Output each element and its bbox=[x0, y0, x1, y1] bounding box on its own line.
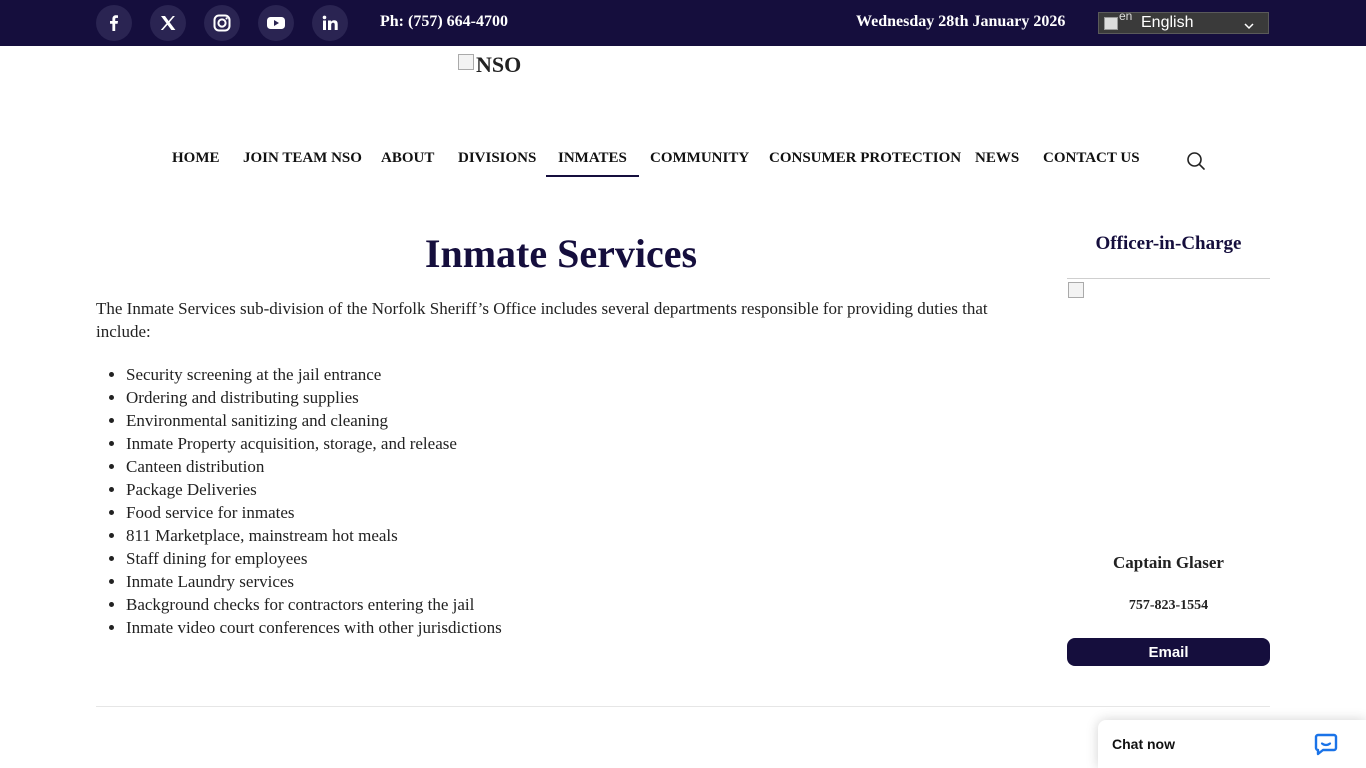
search-icon[interactable] bbox=[1186, 151, 1206, 171]
youtube-icon[interactable] bbox=[258, 5, 294, 41]
nav-consumer-protection[interactable]: CONSUMER PROTECTION bbox=[769, 150, 961, 167]
list-item: Staff dining for employees bbox=[126, 547, 502, 570]
officer-name: Captain Glaser bbox=[1113, 553, 1224, 572]
chat-label: Chat now bbox=[1112, 736, 1175, 752]
nav-news[interactable]: NEWS bbox=[975, 150, 1019, 167]
language-selector[interactable]: en English bbox=[1098, 9, 1269, 34]
broken-image-icon bbox=[1068, 282, 1084, 298]
list-item: Inmate video court conferences with othe… bbox=[126, 616, 502, 639]
list-item: Inmate Laundry services bbox=[126, 570, 502, 593]
list-item: Package Deliveries bbox=[126, 478, 502, 501]
linkedin-icon[interactable] bbox=[312, 5, 348, 41]
nav-home[interactable]: HOME bbox=[172, 150, 220, 167]
nav-inmates[interactable]: INMATES bbox=[546, 150, 639, 177]
top-bar: Ph: (757) 664-4700 Wednesday 28th Januar… bbox=[0, 0, 1366, 46]
page-title: Inmate Services bbox=[424, 231, 698, 276]
intro-paragraph: The Inmate Services sub-division of the … bbox=[96, 299, 988, 341]
list-item: Canteen distribution bbox=[126, 455, 502, 478]
list-item: Background checks for contractors enteri… bbox=[126, 593, 502, 616]
list-item: Ordering and distributing supplies bbox=[126, 386, 502, 409]
officer-phone[interactable]: 757-823-1554 bbox=[1067, 598, 1270, 614]
site-logo[interactable]: NSO bbox=[458, 52, 521, 78]
nav-about[interactable]: ABOUT bbox=[381, 150, 434, 167]
chevron-down-icon bbox=[1244, 23, 1254, 30]
phone-number[interactable]: Ph: (757) 664-4700 bbox=[380, 13, 508, 31]
nav-contact-us[interactable]: CONTACT US bbox=[1043, 150, 1140, 167]
facebook-icon[interactable] bbox=[96, 5, 132, 41]
sidebar-title: Officer-in-Charge bbox=[1095, 233, 1242, 254]
current-date: Wednesday 28th January 2026 bbox=[856, 13, 1066, 30]
nav-divisions[interactable]: DIVISIONS bbox=[458, 150, 536, 167]
nav-join-team-nso[interactable]: JOIN TEAM NSO bbox=[243, 150, 362, 167]
language-label: English bbox=[1141, 14, 1194, 31]
list-item: Inmate Property acquisition, storage, an… bbox=[126, 432, 502, 455]
list-item: 811 Marketplace, mainstream hot meals bbox=[126, 524, 502, 547]
flag-icon: en bbox=[1103, 9, 1137, 32]
instagram-icon[interactable] bbox=[204, 5, 240, 41]
x-twitter-icon[interactable] bbox=[150, 5, 186, 41]
chat-bubble-icon bbox=[1314, 733, 1338, 756]
chat-widget[interactable]: Chat now bbox=[1098, 720, 1366, 768]
nav-community[interactable]: COMMUNITY bbox=[650, 150, 749, 167]
footer-divider bbox=[96, 706, 1270, 707]
list-item: Food service for inmates bbox=[126, 501, 502, 524]
duties-list: Security screening at the jail entrance … bbox=[96, 363, 502, 639]
list-item: Environmental sanitizing and cleaning bbox=[126, 409, 502, 432]
list-item: Security screening at the jail entrance bbox=[126, 363, 502, 386]
language-code: en bbox=[1119, 9, 1133, 23]
logo-alt-text: NSO bbox=[476, 52, 522, 77]
broken-image-icon bbox=[458, 54, 474, 70]
email-button[interactable]: Email bbox=[1067, 638, 1270, 666]
officer-photo bbox=[1067, 278, 1270, 298]
